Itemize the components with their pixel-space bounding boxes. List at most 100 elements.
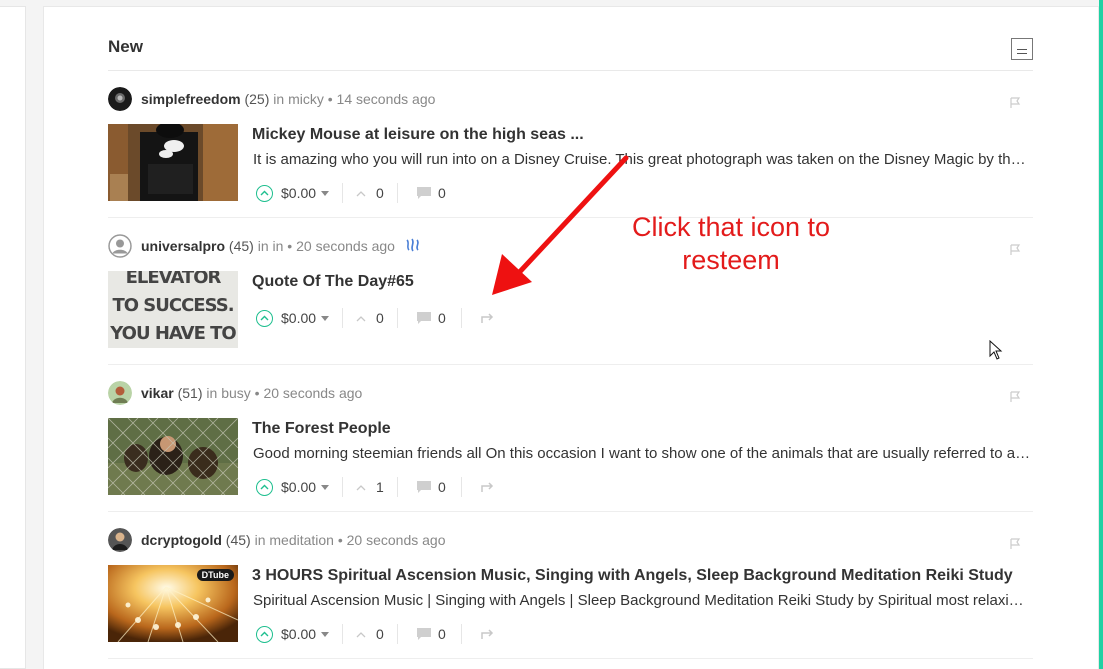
vote-count: 1 <box>376 479 384 495</box>
upvote-group: $0.00 <box>256 622 330 646</box>
post-time: • 14 seconds ago <box>323 91 436 107</box>
author-reputation: (45) <box>228 238 254 254</box>
comment-icon <box>417 312 431 324</box>
payout-value[interactable]: $0.00 <box>281 310 316 326</box>
votes-group[interactable]: 0 <box>356 306 384 330</box>
author-line: vikar (51) in busy • 20 seconds ago <box>141 385 362 401</box>
left-sidebar-panel <box>0 6 26 669</box>
post-item[interactable]: vikar (51) in busy • 20 seconds ago The … <box>108 365 1033 512</box>
comment-count: 0 <box>438 626 446 642</box>
avatar[interactable] <box>108 234 132 258</box>
post-header: simplefreedom (25) in micky • 14 seconds… <box>108 87 988 111</box>
avatar[interactable] <box>108 87 132 111</box>
community-prefix: in <box>253 238 273 254</box>
payout-dropdown-icon[interactable] <box>321 315 330 321</box>
comments-group[interactable]: 0 <box>416 181 446 205</box>
divider <box>342 624 343 644</box>
comment-icon <box>417 628 431 640</box>
author-name[interactable]: dcryptogold <box>141 532 222 548</box>
payout-value[interactable]: $0.00 <box>281 479 316 495</box>
post-thumbnail[interactable]: ELEVATOR TO SUCCESS. YOU HAVE TO <box>108 271 238 348</box>
author-name[interactable]: vikar <box>141 385 174 401</box>
divider <box>342 477 343 497</box>
payout-dropdown-icon[interactable] <box>321 190 330 196</box>
votes-chevron-icon <box>356 631 366 637</box>
author-line: universalpro (45) in in • 20 seconds ago <box>141 238 421 255</box>
post-excerpt[interactable]: It is amazing who you will run into on a… <box>253 151 1031 168</box>
post-title[interactable]: The Forest People <box>252 420 1032 438</box>
vote-count: 0 <box>376 626 384 642</box>
post-title[interactable]: 3 HOURS Spiritual Ascension Music, Singi… <box>252 567 1032 585</box>
scroll-accent-bar <box>1099 0 1103 669</box>
vote-count: 0 <box>376 185 384 201</box>
comment-icon <box>417 481 431 493</box>
upvote-button[interactable] <box>256 309 273 327</box>
dtube-badge: DTube <box>201 570 229 580</box>
post-title[interactable]: Mickey Mouse at leisure on the high seas… <box>252 126 1032 144</box>
community-link[interactable]: micky <box>288 91 324 107</box>
upvote-group: $0.00 <box>256 475 330 499</box>
post-item[interactable]: dcryptogold (45) in meditation • 20 seco… <box>108 512 1033 659</box>
comments-group[interactable]: 0 <box>416 622 446 646</box>
payout-value[interactable]: $0.00 <box>281 626 316 642</box>
author-reputation: (25) <box>244 91 270 107</box>
upvote-button[interactable] <box>256 184 273 202</box>
votes-chevron-icon <box>356 315 366 321</box>
flag-icon[interactable] <box>1009 538 1021 550</box>
resteem-button[interactable] <box>480 622 496 646</box>
avatar[interactable] <box>108 528 132 552</box>
annotation-line: Click that icon to <box>631 212 831 242</box>
resteem-button[interactable] <box>480 306 496 330</box>
post-time: • 20 seconds ago <box>333 532 446 548</box>
feed-title: New <box>108 37 143 56</box>
author-name[interactable]: universalpro <box>141 238 225 254</box>
post-actions: $0.00 0 0 <box>256 306 656 330</box>
vote-count: 0 <box>376 310 384 326</box>
upvote-group: $0.00 <box>256 306 330 330</box>
author-reputation: (51) <box>177 385 203 401</box>
comments-group[interactable]: 0 <box>416 475 446 499</box>
resteem-button[interactable] <box>480 475 496 499</box>
votes-group[interactable]: 0 <box>356 622 384 646</box>
votes-chevron-icon <box>356 484 366 490</box>
payout-dropdown-icon[interactable] <box>321 631 330 637</box>
post-time: • 20 seconds ago <box>250 385 363 401</box>
post-excerpt[interactable]: Spiritual Ascension Music | Singing with… <box>253 592 1031 609</box>
divider <box>397 477 398 497</box>
post-excerpt[interactable]: Good morning steemian friends all On thi… <box>253 445 1031 462</box>
post-thumbnail[interactable] <box>108 124 238 201</box>
community-prefix: in <box>269 91 289 107</box>
post-thumbnail[interactable]: DTube <box>108 565 238 642</box>
community-link[interactable]: meditation <box>269 532 334 548</box>
post-header: vikar (51) in busy • 20 seconds ago <box>108 381 988 405</box>
payout-dropdown-icon[interactable] <box>321 484 330 490</box>
thumbnail-text: TO SUCCESS. <box>112 295 234 316</box>
author-line: simplefreedom (25) in micky • 14 seconds… <box>141 91 435 107</box>
thumbnail-text: YOU HAVE TO <box>110 323 236 344</box>
upvote-button[interactable] <box>256 478 273 496</box>
chevron-up-icon <box>260 190 269 196</box>
post-actions: $0.00 1 0 <box>256 475 656 499</box>
feed-header: New <box>108 35 1033 71</box>
author-name[interactable]: simplefreedom <box>141 91 241 107</box>
chevron-up-icon <box>260 484 269 490</box>
upvote-button[interactable] <box>256 625 273 643</box>
community-prefix: in <box>202 385 222 401</box>
payout-value[interactable]: $0.00 <box>281 185 316 201</box>
layout-toggle-button[interactable] <box>1011 38 1033 60</box>
chevron-up-icon <box>260 315 269 321</box>
mouse-cursor-icon <box>989 340 1003 360</box>
comments-group[interactable]: 0 <box>416 306 446 330</box>
flag-icon[interactable] <box>1009 244 1021 256</box>
divider <box>397 308 398 328</box>
community-link[interactable]: busy <box>221 385 251 401</box>
community-link[interactable]: in <box>273 238 284 254</box>
avatar[interactable] <box>108 381 132 405</box>
author-line: dcryptogold (45) in meditation • 20 seco… <box>141 532 446 548</box>
flag-icon[interactable] <box>1009 97 1021 109</box>
votes-group[interactable]: 1 <box>356 475 384 499</box>
votes-group[interactable]: 0 <box>356 181 384 205</box>
annotation-text: Click that icon to resteem <box>600 211 862 277</box>
flag-icon[interactable] <box>1009 391 1021 403</box>
post-thumbnail[interactable] <box>108 418 238 495</box>
